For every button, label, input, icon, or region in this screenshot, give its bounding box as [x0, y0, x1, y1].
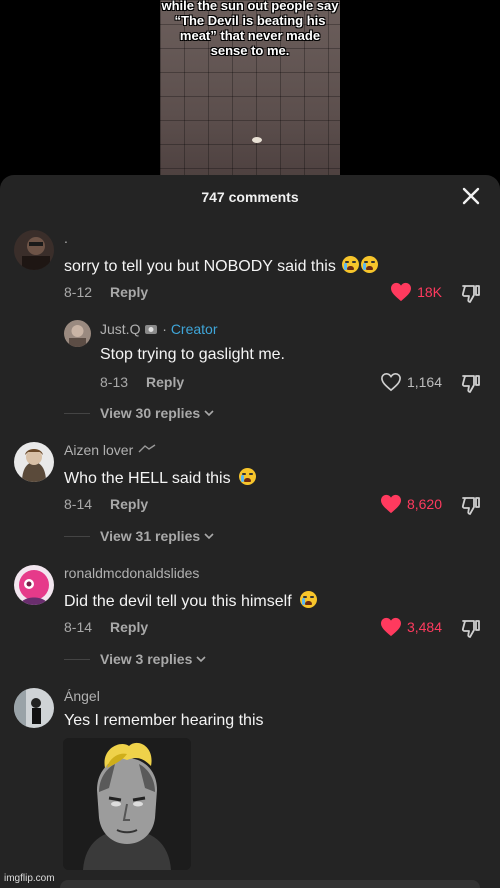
like-count: 18K	[417, 284, 442, 300]
reply-button[interactable]: Reply	[110, 284, 148, 300]
creator-badge: Creator	[170, 321, 218, 337]
divider-line	[64, 412, 90, 414]
comment-text: Yes I remember hearing this	[64, 712, 264, 729]
view-replies-button[interactable]: View 31 replies	[64, 528, 215, 544]
comment-date: 8-14	[64, 619, 93, 635]
comment-username-row: Aizen lover	[64, 442, 157, 458]
comment-date: 8-14	[64, 496, 93, 512]
profile-sticker-icon	[138, 444, 156, 453]
reply-date: 8-13	[100, 374, 129, 390]
view-replies-label: View 31 replies	[100, 528, 201, 544]
reply-username-row: Just.Q · Creator	[100, 321, 218, 337]
comment-date: 8-12	[64, 284, 93, 300]
loudly-crying-emoji-icon	[300, 591, 318, 608]
like-count: 3,484	[406, 619, 442, 635]
comment-text-body: Who the HELL said this	[64, 470, 231, 487]
view-replies-button[interactable]: View 30 replies	[64, 405, 215, 421]
chevron-down-icon	[204, 533, 214, 540]
dislike-icon[interactable]	[460, 373, 482, 395]
comments-count-title: 747 comments	[201, 189, 299, 205]
reply-button[interactable]: Reply	[110, 619, 148, 635]
comment-text: Who the HELL said this	[64, 468, 257, 488]
monochrome-character-portrait	[63, 738, 191, 870]
dislike-icon[interactable]	[460, 495, 482, 517]
loudly-crying-emoji-icon	[342, 256, 360, 273]
comment-username[interactable]: Ángel	[64, 688, 100, 704]
view-replies-button[interactable]: View 3 replies	[64, 651, 207, 667]
comment-username[interactable]: ronaldmcdonaldslides	[64, 565, 199, 581]
comment-input-bar[interactable]	[60, 880, 480, 888]
video-sunspot	[252, 137, 262, 143]
like-count: 1,164	[406, 374, 442, 390]
comments-header: 747 comments	[0, 175, 500, 220]
divider-line	[64, 535, 90, 537]
profile-sticker-icon	[145, 325, 158, 334]
like-button[interactable]: 3,484	[380, 617, 442, 637]
comment-text-body: sorry to tell you but NOBODY said this	[64, 258, 336, 275]
imgflip-watermark: imgflip.com	[4, 873, 55, 884]
like-count: 8,620	[406, 496, 442, 512]
chevron-down-icon	[204, 410, 214, 417]
reply-username[interactable]: Just.Q	[100, 321, 140, 337]
avatar[interactable]	[14, 565, 54, 605]
reply-button[interactable]: Reply	[110, 496, 148, 512]
comment-attached-image[interactable]	[63, 738, 191, 870]
reply-button[interactable]: Reply	[146, 374, 184, 390]
loudly-crying-emoji-icon	[239, 468, 257, 485]
comments-sheet: 747 comments . sorry to tell you but NOB…	[0, 175, 500, 888]
comment-text-body: Did the devil tell you this himself	[64, 593, 292, 610]
like-button[interactable]: 1,164	[380, 372, 442, 392]
comment-username[interactable]: .	[64, 230, 68, 246]
video-area: while the sun out people say “The Devil …	[0, 0, 500, 190]
avatar[interactable]	[14, 688, 54, 728]
comment-username[interactable]: Aizen lover	[64, 442, 133, 458]
view-replies-label: View 3 replies	[100, 651, 193, 667]
heart-filled-icon	[391, 282, 412, 302]
reply-text: Stop trying to gaslight me.	[100, 346, 285, 363]
comment-text: Did the devil tell you this himself	[64, 591, 318, 611]
heart-filled-icon	[380, 494, 401, 514]
loudly-crying-emoji-icon	[361, 256, 379, 273]
like-button[interactable]: 18K	[390, 282, 442, 302]
creator-avatar[interactable]	[64, 320, 91, 347]
video-caption: while the sun out people say “The Devil …	[161, 0, 339, 58]
dislike-icon[interactable]	[460, 618, 482, 640]
like-button[interactable]: 8,620	[380, 494, 442, 514]
close-icon[interactable]	[460, 185, 482, 207]
avatar[interactable]	[14, 230, 54, 270]
heart-outline-icon	[381, 372, 401, 392]
divider-line	[64, 658, 90, 660]
heart-filled-icon	[380, 617, 401, 637]
video-frame[interactable]: while the sun out people say “The Devil …	[160, 0, 340, 190]
avatar[interactable]	[14, 442, 54, 482]
chevron-down-icon	[196, 656, 206, 663]
view-replies-label: View 30 replies	[100, 405, 201, 421]
dislike-icon[interactable]	[460, 283, 482, 305]
comment-text: sorry to tell you but NOBODY said this	[64, 256, 379, 276]
